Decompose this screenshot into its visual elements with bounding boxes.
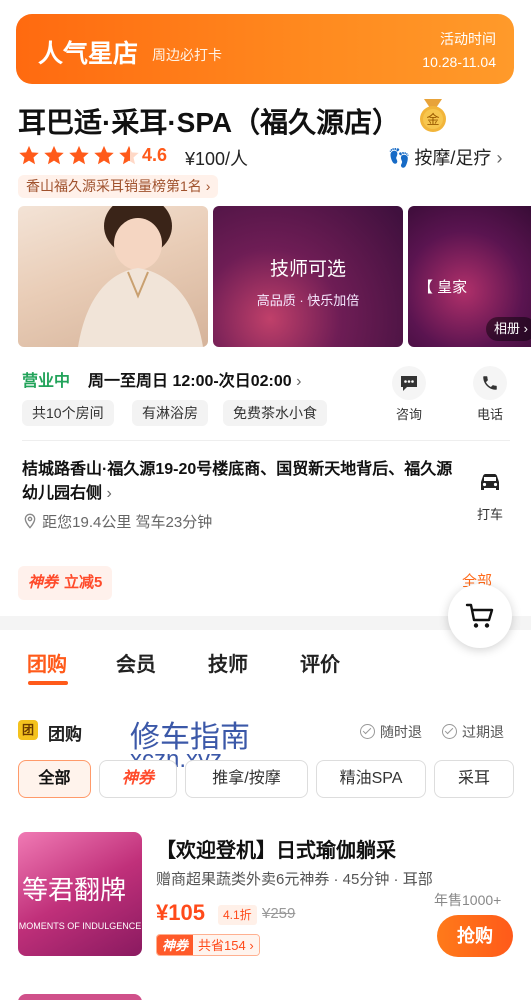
buy-button[interactable]: 抢购 — [437, 915, 513, 957]
savings-amount: 共省154 — [198, 938, 246, 953]
cart-icon — [465, 603, 494, 628]
facility-shower: 有淋浴房 — [132, 400, 208, 426]
business-hours[interactable]: 周一至周日 12:00-次日02:00 › — [88, 367, 301, 391]
banner-subtitle: 周边必打卡 — [152, 47, 222, 63]
business-hours-text: 周一至周日 12:00-次日02:00 — [88, 373, 292, 390]
policy-refund-anytime: 随时退 — [360, 722, 422, 742]
coupon-text: 立减5 — [64, 574, 103, 591]
location-pin-icon — [24, 513, 36, 529]
policy-refund-expired-label: 过期退 — [462, 724, 504, 740]
car-icon — [473, 466, 507, 500]
activity-dates: 10.28-11.04 — [422, 54, 496, 70]
deal-sold-count: 年售1000+ — [434, 892, 502, 908]
promo-banner[interactable]: 人气星店 周边必打卡 活动时间 10.28-11.04 — [16, 14, 514, 84]
therapist-photo-graphic — [78, 206, 203, 347]
rank-badge[interactable]: 香山福久源采耳销量榜第1名 › — [18, 175, 219, 198]
album-label: 相册 — [494, 321, 521, 336]
facility-rooms: 共10个房间 — [22, 400, 114, 426]
cart-button[interactable] — [448, 584, 512, 648]
gold-medal-icon: 金 — [420, 99, 446, 132]
chevron-right-icon: › — [523, 321, 528, 336]
deal-image-title: 等君翻牌 — [22, 876, 127, 906]
facility-snacks: 免费茶水小食 — [223, 400, 327, 426]
filter-all[interactable]: 全部 — [18, 760, 91, 798]
banner-activity: 活动时间 10.28-11.04 — [422, 28, 496, 74]
filter-ear-cleaning[interactable]: 采耳 — [434, 760, 514, 798]
phone-icon — [473, 366, 507, 400]
chevron-right-icon: › — [296, 373, 302, 390]
coupon-tag[interactable]: 神券 立减5 — [18, 566, 113, 600]
deal-description: 赠商超果蔬类外卖6元神券 · 45分钟 · 耳部 — [156, 871, 433, 888]
tab-reviews[interactable]: 评价 — [300, 648, 340, 677]
chevron-right-icon: › — [205, 178, 211, 194]
group-buy-title: 团购 — [48, 725, 82, 744]
call-button[interactable]: 电话 — [465, 366, 515, 423]
filter-coupon[interactable]: 神券 — [99, 760, 177, 798]
deal-discount-badge: 4.1折 — [218, 905, 257, 925]
photo-royal-text: 【 皇家 — [418, 279, 468, 296]
rank-badge-label: 香山福久源采耳销量榜第1名 — [26, 178, 202, 194]
deal-savings-tag[interactable]: 神券 共省154 › — [156, 934, 260, 956]
savings-text: 共省154 › — [193, 935, 259, 955]
category-link[interactable]: 👣 按摩/足疗 › — [388, 144, 502, 170]
taxi-button[interactable]: 打车 — [465, 466, 515, 523]
banner-title: 人气星店 — [38, 40, 139, 68]
avg-price: ¥100/人 — [185, 149, 249, 169]
shop-address[interactable]: 桔城路香山·福久源19-20号楼底商、国贸新天地背后、福久源幼儿园右侧 › — [22, 458, 462, 506]
shop-name: 耳巴适·采耳·SPA（福久源店） — [18, 107, 401, 138]
star-icon — [44, 145, 64, 165]
rating-score: 4.6 — [142, 145, 168, 165]
taxi-label: 打车 — [476, 507, 503, 522]
tab-technician[interactable]: 技师 — [208, 648, 248, 677]
distance-text: 距您19.4公里 驾车23分钟 — [42, 514, 213, 531]
activity-label: 活动时间 — [440, 31, 496, 47]
star-icon — [19, 145, 39, 165]
policy-refund-expired: 过期退 — [442, 722, 504, 742]
tab-member[interactable]: 会员 — [116, 648, 156, 677]
consult-label: 咨询 — [395, 407, 422, 422]
section-divider — [22, 440, 510, 441]
photo-promo-royal[interactable]: 【 皇家 相册 › — [408, 206, 531, 347]
filter-coupon-label: 神券 — [121, 770, 154, 787]
deal-price: ¥105 — [156, 900, 205, 925]
category-label: 按摩/足疗 — [414, 148, 492, 168]
tab-group-buy[interactable]: 团购 — [27, 648, 67, 677]
photo-carousel[interactable]: 技师可选 高品质 · 快乐加倍 【 皇家 相册 › — [18, 206, 531, 347]
open-status: 营业中 — [22, 373, 71, 390]
photo-promo-title: 技师可选 — [269, 259, 346, 280]
foot-icon: 👣 — [388, 148, 411, 168]
photo-therapist[interactable] — [18, 206, 208, 347]
photo-promo-technician[interactable]: 技师可选 高品质 · 快乐加倍 — [213, 206, 403, 347]
rating-stars — [18, 145, 143, 167]
star-icon — [69, 145, 89, 165]
check-circle-icon — [360, 724, 375, 739]
filter-massage[interactable]: 推拿/按摩 — [185, 760, 308, 798]
svg-text:金: 金 — [426, 112, 439, 128]
chat-icon — [392, 366, 426, 400]
check-circle-icon — [442, 724, 457, 739]
next-deal-image[interactable] — [18, 994, 142, 1000]
half-star-icon — [119, 145, 139, 165]
consult-button[interactable]: 咨询 — [384, 366, 434, 423]
call-label: 电话 — [476, 407, 503, 422]
coupon-brand: 神券 — [28, 574, 59, 591]
filter-oil-spa[interactable]: 精油SPA — [316, 760, 426, 798]
deal-title[interactable]: 【欢迎登机】日式瑜伽躺采 — [156, 834, 396, 863]
deal-image-caption: MOMENTS OF INDULGENCE — [18, 921, 142, 931]
active-tab-indicator — [28, 681, 68, 685]
distance-info: 距您19.4公里 驾车23分钟 — [22, 511, 212, 532]
star-icon — [94, 145, 114, 165]
group-buy-icon: 团 — [18, 720, 38, 740]
photo-promo-subtitle: 高品质 · 快乐加倍 — [256, 293, 360, 308]
savings-brand: 神券 — [157, 935, 194, 955]
deal-image[interactable]: 等君翻牌 MOMENTS OF INDULGENCE — [18, 832, 142, 956]
deal-original-price: ¥259 — [262, 905, 296, 922]
chevron-right-icon: › — [106, 485, 112, 502]
album-button[interactable]: 相册 › — [486, 317, 531, 341]
address-text: 桔城路香山·福久源19-20号楼底商、国贸新天地背后、福久源幼儿园右侧 — [22, 461, 453, 502]
chevron-right-icon: › — [496, 148, 503, 168]
policy-refund-anytime-label: 随时退 — [380, 724, 422, 740]
